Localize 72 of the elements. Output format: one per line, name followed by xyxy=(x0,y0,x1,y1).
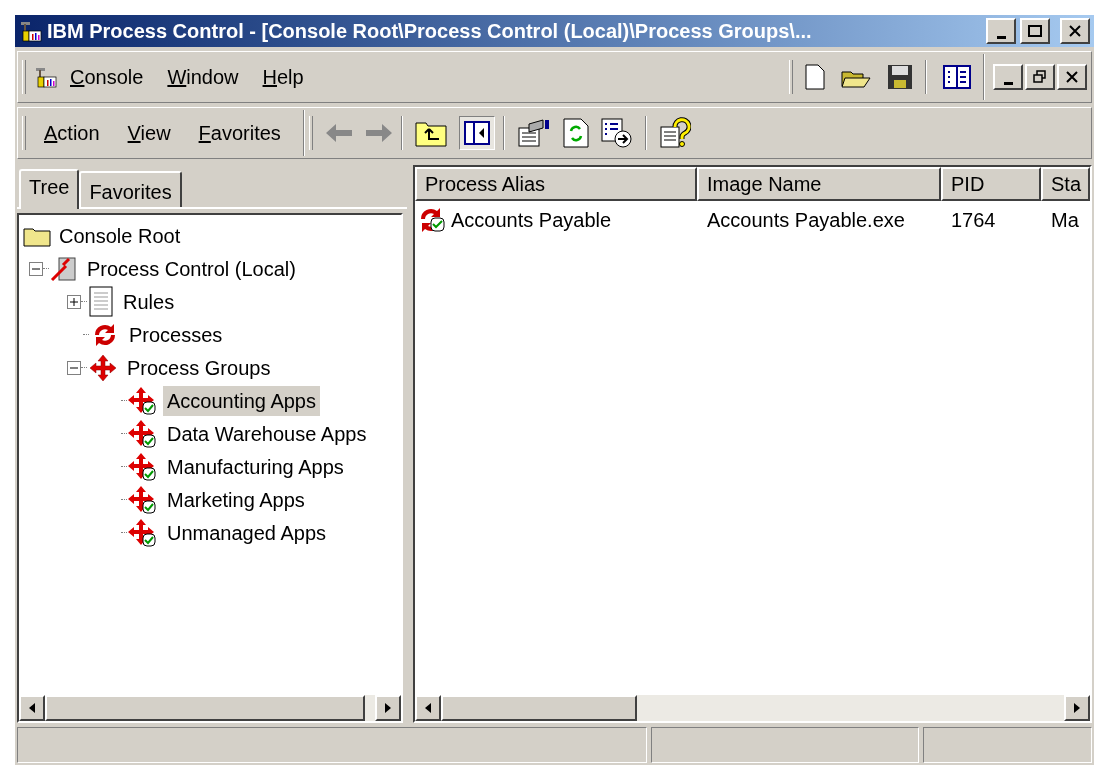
table-cell-text: Accounts Payable xyxy=(451,208,612,233)
scrollbar-thumb[interactable] xyxy=(45,695,365,721)
tree-item[interactable]: Unmanaged Apps xyxy=(163,517,330,548)
maximize-icon xyxy=(1028,25,1042,37)
folder-up-icon[interactable] xyxy=(414,119,447,147)
hammer-toolbox-icon xyxy=(19,19,43,43)
tree-item[interactable]: Accounting Apps xyxy=(163,385,320,416)
collapse-toggle[interactable] xyxy=(67,360,81,375)
collapse-toggle[interactable] xyxy=(29,261,43,276)
menu-item[interactable]: Console xyxy=(58,62,156,92)
properties-icon[interactable] xyxy=(516,118,551,148)
table-cell-text: Accounts Payable.exe xyxy=(707,208,905,233)
close-button[interactable] xyxy=(1057,64,1087,90)
scroll-left-button[interactable] xyxy=(415,695,441,721)
window-title: IBM Process Control - [Console Root\Process Control (Local)\Process Groups\... xyxy=(47,19,813,44)
menu-item[interactable]: Help xyxy=(250,62,316,92)
arrows-check-icon xyxy=(127,484,159,515)
minimize-icon xyxy=(996,35,1006,39)
minimize-icon xyxy=(1003,81,1013,85)
pane-tab[interactable]: Tree xyxy=(19,169,80,209)
minimize-button[interactable] xyxy=(993,64,1023,90)
left-triangle-icon xyxy=(29,703,35,713)
column-header[interactable]: Sta xyxy=(1041,167,1090,201)
column-header[interactable]: Process Alias xyxy=(415,167,697,201)
arrows-check-icon xyxy=(127,418,159,449)
close-button[interactable] xyxy=(1060,18,1090,44)
column-header[interactable]: PID xyxy=(941,167,1041,201)
close-icon xyxy=(1066,71,1078,83)
maximize-button[interactable] xyxy=(1020,18,1050,44)
tree-item[interactable]: Manufacturing Apps xyxy=(163,451,348,482)
new-document-icon[interactable] xyxy=(805,64,825,90)
arrows-check-icon xyxy=(127,517,159,548)
tree-item[interactable]: Processes xyxy=(125,319,227,350)
document-icon xyxy=(87,285,115,318)
close-icon xyxy=(1069,25,1081,37)
menu-item[interactable]: Favorites xyxy=(184,118,295,148)
four-arrows-icon xyxy=(87,353,119,382)
left-triangle-icon xyxy=(425,703,431,713)
right-triangle-icon xyxy=(1074,703,1080,713)
restore-button[interactable] xyxy=(1025,64,1055,90)
hammer-toolbox-icon xyxy=(34,65,58,89)
tree-item[interactable]: Console Root xyxy=(55,220,185,251)
expand-toggle[interactable] xyxy=(67,294,81,309)
save-icon[interactable] xyxy=(887,64,913,90)
scroll-right-button[interactable] xyxy=(1064,695,1090,721)
tree-item[interactable]: Marketing Apps xyxy=(163,484,309,515)
arrows-check-icon xyxy=(127,385,159,416)
show-hide-pane-icon[interactable] xyxy=(943,65,971,89)
menu-item[interactable]: View xyxy=(113,118,185,148)
computer-wrench-icon xyxy=(49,254,79,283)
scrollbar-thumb[interactable] xyxy=(441,695,637,721)
tree-item[interactable]: Data Warehouse Apps xyxy=(163,418,371,449)
right-triangle-icon xyxy=(385,703,391,713)
pane-tab[interactable]: Favorites xyxy=(79,171,182,207)
export-list-icon[interactable] xyxy=(600,118,633,148)
tree-item[interactable]: Rules xyxy=(119,286,179,317)
refresh-icon[interactable] xyxy=(562,118,589,148)
menu-item[interactable]: Action xyxy=(30,118,114,148)
tree-item[interactable]: Process Groups xyxy=(123,352,275,383)
minimize-button[interactable] xyxy=(986,18,1016,44)
help-icon[interactable] xyxy=(658,117,691,149)
table-cell-text: Ma xyxy=(1051,208,1079,233)
tree-item[interactable]: Process Control (Local) xyxy=(83,253,300,284)
pane-toggle-icon[interactable] xyxy=(458,116,495,150)
column-header[interactable]: Image Name xyxy=(697,167,941,201)
restore-icon xyxy=(1033,70,1047,84)
plus-icon xyxy=(70,297,78,306)
table-cell-text: 1764 xyxy=(951,208,996,233)
scroll-left-button[interactable] xyxy=(19,695,45,721)
menu-item[interactable]: Window xyxy=(155,62,251,92)
scroll-right-button[interactable] xyxy=(375,695,401,721)
arrows-check-icon xyxy=(127,451,159,482)
